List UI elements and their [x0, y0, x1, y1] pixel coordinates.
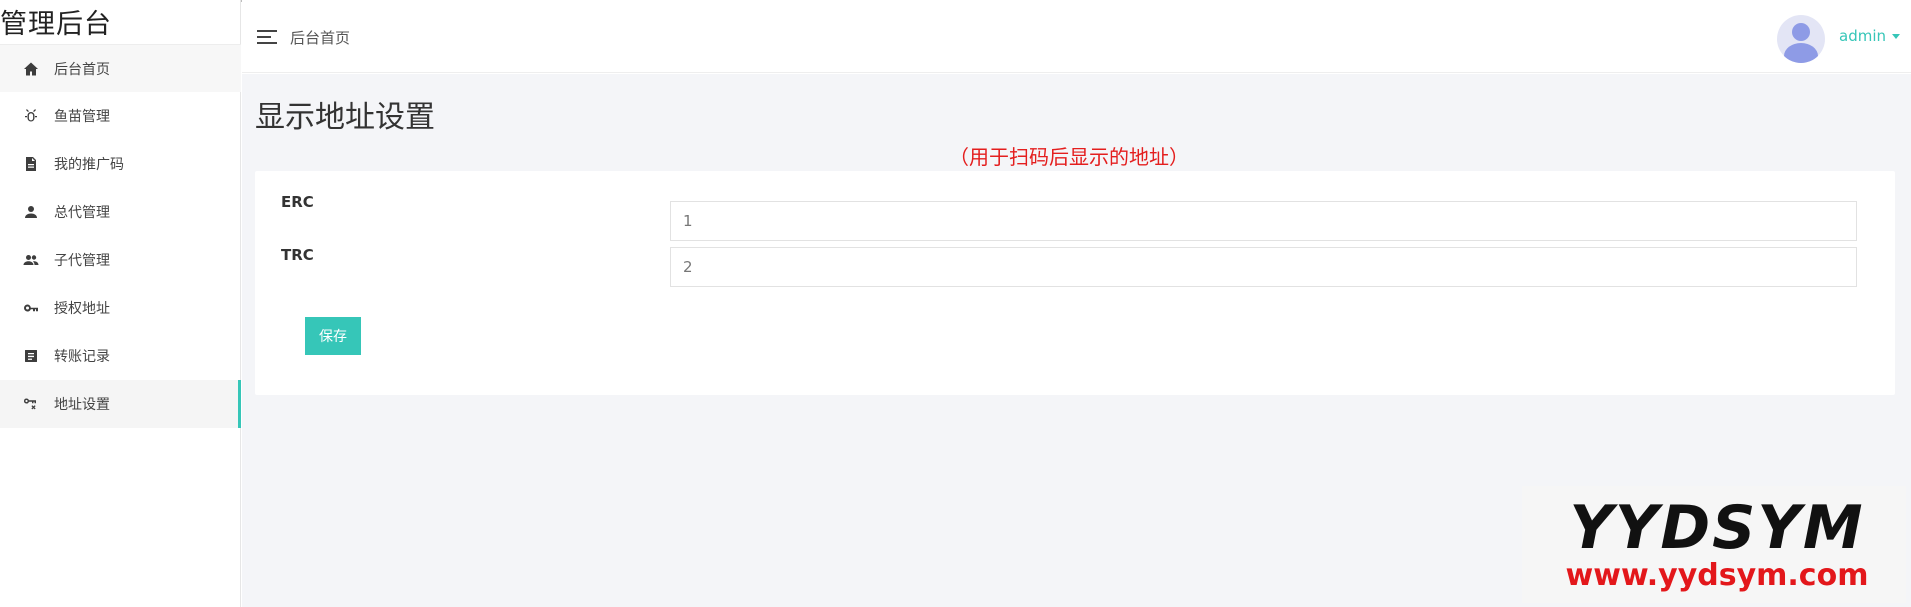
sidebar-item-authorized-address[interactable]: 授权地址 — [0, 284, 241, 332]
caret-down-icon — [1892, 33, 1900, 39]
breadcrumb[interactable]: 后台首页 — [290, 27, 350, 48]
sidebar-item-label: 我的推广码 — [54, 157, 124, 173]
usage-note: （用于扫码后显示的地址） — [949, 145, 1189, 169]
sidebar-item-label: 后台首页 — [54, 61, 110, 78]
sidebar-item-label: 鱼苗管理 — [54, 109, 110, 125]
erc-label: ERC — [281, 193, 314, 211]
sidebar-item-label: 转账记录 — [54, 349, 110, 365]
sidebar-item-promo-code[interactable]: 我的推广码 — [0, 140, 241, 188]
list-icon — [22, 347, 40, 365]
settings-form-card: ERC TRC 保存 — [255, 171, 1895, 395]
sidebar-item-transfer-records[interactable]: 转账记录 — [0, 332, 241, 380]
watermark-title: YYDSYM — [1569, 493, 1865, 563]
sidebar-item-label: 授权地址 — [54, 301, 110, 317]
app: 管理后台 后台首页 鱼苗管理 我的推广码 总代管理 子代管理 授权地址 转账记录… — [0, 0, 1911, 607]
form-row-trc: TRC — [255, 246, 1895, 287]
document-icon — [22, 155, 40, 173]
sidebar-item-fish[interactable]: 鱼苗管理 — [0, 92, 241, 140]
sidebar-item-label: 子代管理 — [54, 253, 110, 269]
key-icon — [22, 299, 40, 317]
menu-toggle-icon[interactable] — [257, 30, 277, 46]
username: admin — [1839, 27, 1886, 45]
key-settings-icon — [22, 395, 40, 413]
sidebar-item-general-agent[interactable]: 总代管理 — [0, 188, 241, 236]
sidebar-item-label: 总代管理 — [54, 205, 110, 221]
trc-label: TRC — [281, 246, 314, 264]
home-icon — [22, 60, 40, 78]
avatar[interactable] — [1777, 15, 1825, 63]
trc-input[interactable] — [670, 247, 1857, 287]
sidebar: 管理后台 后台首页 鱼苗管理 我的推广码 总代管理 子代管理 授权地址 转账记录… — [0, 0, 241, 607]
people-icon — [22, 251, 40, 269]
sidebar-item-sub-agent[interactable]: 子代管理 — [0, 236, 241, 284]
erc-input[interactable] — [670, 201, 1857, 241]
watermark-url: www.yydsym.com — [1565, 558, 1869, 593]
watermark-logo: YYDSYM www.yydsym.com — [1522, 486, 1906, 603]
sidebar-item-address-settings[interactable]: 地址设置 — [0, 380, 241, 428]
save-button[interactable]: 保存 — [305, 317, 361, 355]
form-row-erc: ERC — [255, 193, 1895, 241]
bug-icon — [22, 107, 40, 125]
sidebar-nav: 后台首页 鱼苗管理 我的推广码 总代管理 子代管理 授权地址 转账记录 地址设置 — [0, 44, 241, 428]
brand-title: 管理后台 — [0, 9, 112, 40]
top-header: 后台首页 admin — [242, 0, 1911, 73]
sidebar-item-home[interactable]: 后台首页 — [0, 44, 241, 92]
sidebar-item-label: 地址设置 — [54, 397, 110, 413]
user-menu[interactable]: admin — [1839, 27, 1900, 45]
person-icon — [22, 203, 40, 221]
page-title: 显示地址设置 — [255, 100, 435, 135]
